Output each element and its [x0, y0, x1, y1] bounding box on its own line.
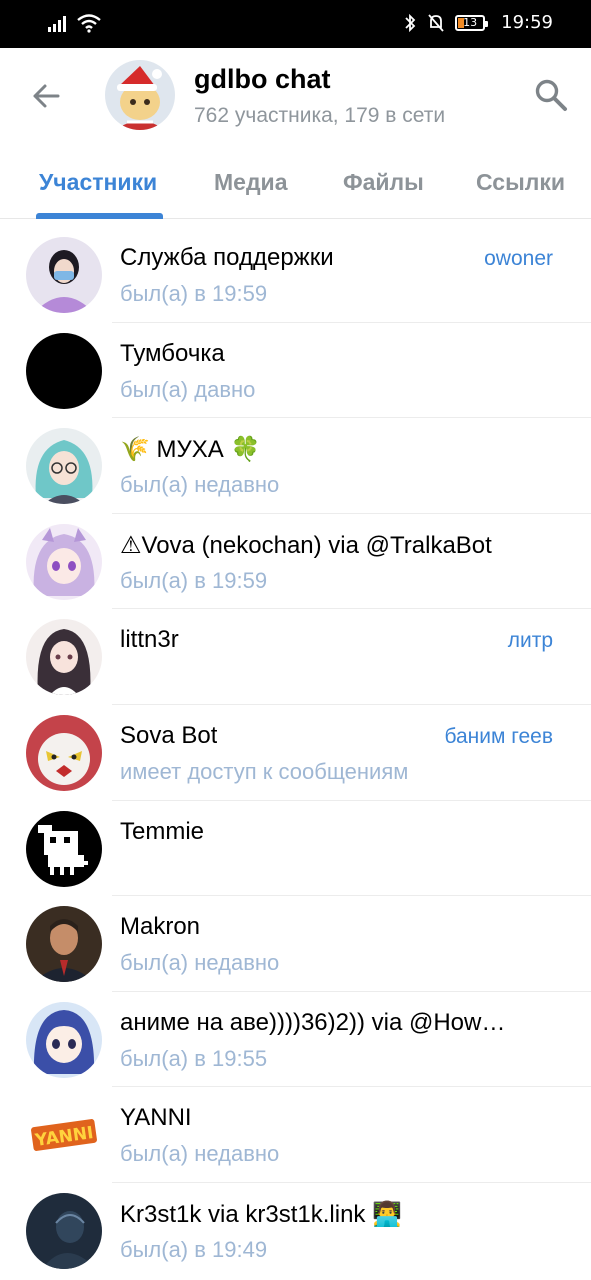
avatar	[26, 619, 102, 696]
member-name: Sova Bot	[120, 721, 218, 749]
status-bar: 13 19:59	[0, 0, 591, 48]
avatar	[26, 906, 102, 983]
list-item[interactable]: littn3r литр	[0, 609, 591, 705]
member-name: Служба поддержки	[120, 244, 334, 271]
member-name: Kr3st1k via kr3st1k.link 👨‍💻	[120, 1200, 402, 1228]
list-item[interactable]: YANNI YANNI был(а) недавно	[0, 1087, 591, 1183]
member-name: Тумбочка	[120, 339, 225, 367]
back-arrow-icon[interactable]	[28, 78, 64, 114]
tab-links[interactable]: Ссылки	[476, 169, 565, 196]
avatar	[26, 714, 102, 791]
mute-bell-icon	[428, 13, 444, 32]
member-role: owoner	[484, 247, 553, 270]
member-role: баним геев	[444, 724, 553, 748]
member-name: littn3r	[120, 626, 179, 654]
chat-title: gdlbo chat	[194, 64, 331, 94]
member-status: был(а) давно	[120, 376, 256, 402]
search-icon[interactable]	[534, 78, 568, 112]
avatar	[26, 1192, 102, 1269]
members-list: Служба поддержки был(а) в 19:59 owoner Т…	[0, 227, 591, 1279]
list-item[interactable]: Служба поддержки был(а) в 19:59 owoner	[0, 227, 591, 323]
chat-avatar[interactable]	[105, 60, 175, 130]
battery-icon: 13	[455, 14, 489, 31]
avatar	[26, 332, 102, 409]
chat-header: gdlbo chat 762 участника, 179 в сети	[0, 48, 591, 151]
member-name: Makron	[120, 913, 201, 941]
tab-members[interactable]: Участники	[39, 169, 157, 196]
list-item[interactable]: 🌾 МУХА 🍀 был(а) недавно	[0, 418, 591, 514]
active-tab-indicator	[36, 213, 163, 219]
member-name: 🌾 МУХА 🍀	[120, 436, 261, 464]
avatar	[26, 237, 102, 313]
avatar	[26, 428, 102, 505]
member-role: литр	[507, 629, 553, 653]
member-status: имеет доступ к сообщениям	[120, 758, 409, 784]
list-item[interactable]: Тумбочка был(а) давно	[0, 323, 591, 419]
member-status: был(а) в 19:59	[120, 281, 268, 306]
tab-media[interactable]: Медиа	[214, 169, 287, 196]
member-status: был(а) в 19:55	[120, 1045, 268, 1071]
list-item[interactable]: Sova Bot имеет доступ к сообщениям баним…	[0, 705, 591, 801]
avatar	[26, 810, 102, 887]
chat-subtitle: 762 участника, 179 в сети	[194, 104, 446, 127]
member-name: ⚠Vova (nekochan) via @TralkaBot	[120, 531, 492, 559]
list-item[interactable]: ⚠Vova (nekochan) via @TralkaBot был(а) в…	[0, 514, 591, 610]
list-item[interactable]: аниме на аве))))36)2)) via @How… был(а) …	[0, 992, 591, 1088]
bluetooth-icon	[405, 13, 416, 32]
tab-files[interactable]: Файлы	[343, 169, 424, 196]
signal-icon	[48, 16, 66, 32]
member-name: Temmie	[120, 817, 205, 845]
member-status: был(а) в 19:49	[120, 1236, 268, 1262]
member-status: был(а) недавно	[120, 950, 280, 976]
member-name: YANNI	[120, 1104, 192, 1132]
clock: 19:59	[501, 12, 553, 33]
member-status: был(а) в 19:59	[120, 567, 268, 593]
member-status: был(а) недавно	[120, 472, 280, 498]
member-status: был(а) недавно	[120, 1141, 280, 1167]
avatar: YANNI	[26, 1097, 102, 1174]
avatar	[26, 523, 102, 600]
profile-tabs: Участники Медиа Файлы Ссылки	[0, 151, 591, 219]
list-item[interactable]: Temmie	[0, 801, 591, 897]
member-name: аниме на аве))))36)2)) via @How…	[120, 1008, 506, 1036]
wifi-icon	[77, 14, 101, 33]
list-item[interactable]: Kr3st1k via kr3st1k.link 👨‍💻 был(а) в 19…	[0, 1183, 591, 1279]
list-item[interactable]: Makron был(а) недавно	[0, 896, 591, 992]
avatar	[26, 1001, 102, 1078]
